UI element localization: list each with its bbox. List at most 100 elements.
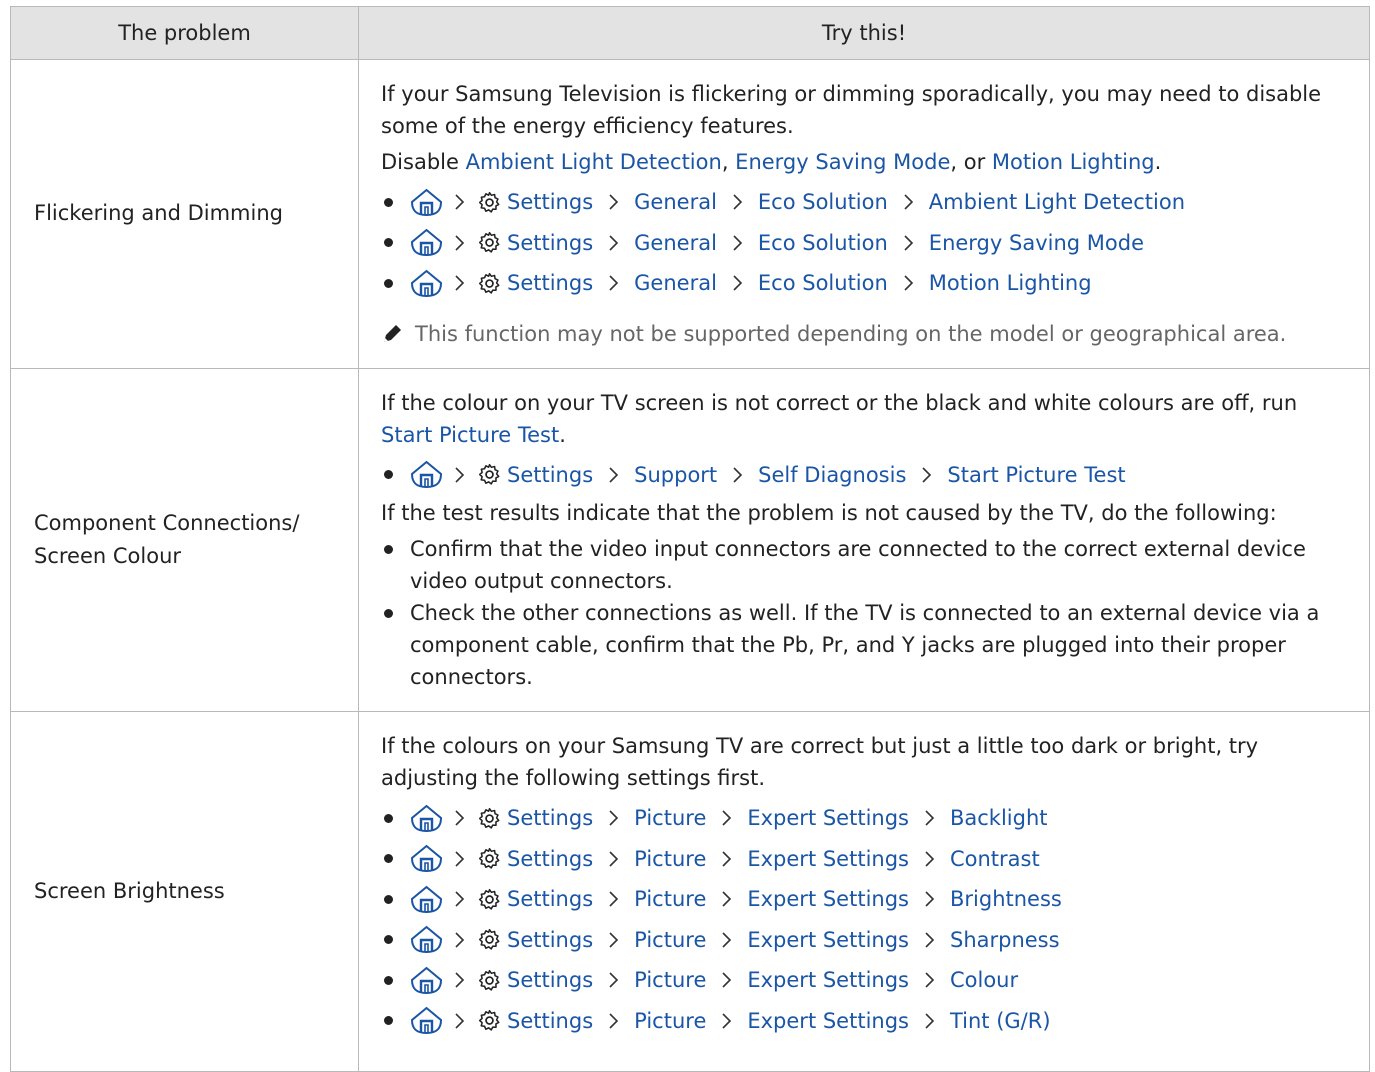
menu-path-step[interactable]: Expert Settings xyxy=(747,928,909,952)
chevron-right-icon xyxy=(455,235,465,251)
menu-path-step[interactable]: Settings xyxy=(507,463,593,487)
note-text: This function may not be supported depen… xyxy=(415,321,1287,346)
chevron-right-icon xyxy=(925,810,935,826)
menu-path-step[interactable]: Energy Saving Mode xyxy=(929,231,1144,255)
menu-path-step[interactable]: Settings xyxy=(507,231,593,255)
problem-cell: Component Connections/Screen Colour xyxy=(10,367,359,712)
menu-path-item: Settings Picture Expert Settings Tint (G/R) xyxy=(381,1001,1355,1042)
menu-path-step[interactable]: Expert Settings xyxy=(747,968,909,992)
menu-path-step[interactable]: Self Diagnosis xyxy=(758,463,906,487)
menu-path-step[interactable]: Picture xyxy=(634,887,706,911)
menu-path-step[interactable]: Ambient Light Detection xyxy=(929,190,1185,214)
chevron-right-icon xyxy=(922,467,932,483)
table-row: Flickering and Dimming If your Samsung T… xyxy=(10,59,1370,369)
menu-path-step[interactable]: Expert Settings xyxy=(747,1009,909,1033)
bullet-icon xyxy=(384,470,393,480)
menu-path-step[interactable]: General xyxy=(634,190,717,214)
home-icon[interactable] xyxy=(410,804,443,833)
solution-cell: If the colours on your Samsung TV are co… xyxy=(358,711,1370,1072)
chevron-right-icon xyxy=(925,932,935,948)
home-icon[interactable] xyxy=(410,966,443,995)
gear-icon xyxy=(478,848,500,869)
menu-path-list: Settings Picture Expert Settings Backlight S… xyxy=(381,798,1355,1041)
menu-path-step[interactable]: Settings xyxy=(507,887,593,911)
chevron-right-icon xyxy=(609,194,619,210)
home-icon[interactable] xyxy=(410,228,443,257)
menu-path-step[interactable]: Motion Lighting xyxy=(929,271,1092,295)
home-icon[interactable] xyxy=(410,1006,443,1035)
menu-path-step[interactable]: Settings xyxy=(507,806,593,830)
home-icon[interactable] xyxy=(410,269,443,298)
home-icon[interactable] xyxy=(410,885,443,914)
menu-path-step[interactable]: Support xyxy=(634,463,717,487)
home-icon[interactable] xyxy=(410,460,443,489)
link-start-picture-test[interactable]: Start Picture Test xyxy=(381,423,559,447)
chevron-right-icon xyxy=(609,851,619,867)
chevron-right-icon xyxy=(733,467,743,483)
menu-path-item: Settings Picture Expert Settings Colour xyxy=(381,960,1355,1001)
chevron-right-icon xyxy=(722,932,732,948)
chevron-right-icon xyxy=(925,1013,935,1029)
menu-path-item: Settings Support Self Diagnosis Start Pictu… xyxy=(381,455,1355,496)
menu-path-step[interactable]: Picture xyxy=(634,806,706,830)
intro-text: If your Samsung Television is flickering… xyxy=(381,82,1322,138)
menu-path-step[interactable]: Eco Solution xyxy=(758,231,888,255)
menu-path-step[interactable]: Settings xyxy=(507,847,593,871)
menu-path-step[interactable]: Picture xyxy=(634,968,706,992)
list-item: Check the other connections as well. If … xyxy=(381,597,1355,693)
menu-path-step[interactable]: Brightness xyxy=(950,887,1062,911)
menu-path-step[interactable]: Contrast xyxy=(950,847,1040,871)
menu-path-step[interactable]: Backlight xyxy=(950,806,1048,830)
gear-icon xyxy=(478,807,500,829)
menu-path-step[interactable]: Settings xyxy=(507,190,593,214)
problem-cell: Screen Brightness xyxy=(10,711,359,1072)
link-motion-lighting[interactable]: Motion Lighting xyxy=(992,150,1155,174)
menu-path-step[interactable]: General xyxy=(634,231,717,255)
link-energy-saving-mode[interactable]: Energy Saving Mode xyxy=(735,150,950,174)
solution-cell: If the colour on your TV screen is not c… xyxy=(358,367,1370,712)
menu-path-step[interactable]: General xyxy=(634,271,717,295)
table-row: Screen Brightness If the colours on your… xyxy=(10,711,1370,1072)
chevron-right-icon xyxy=(904,235,913,251)
home-icon[interactable] xyxy=(410,188,443,217)
menu-path-step[interactable]: Expert Settings xyxy=(747,887,909,911)
menu-path-step[interactable]: Settings xyxy=(507,271,593,295)
menu-path-step[interactable]: Settings xyxy=(507,968,593,992)
bullet-icon xyxy=(384,545,393,554)
link-ambient-light-detection[interactable]: Ambient Light Detection xyxy=(466,150,722,174)
menu-path-step[interactable]: Eco Solution xyxy=(758,271,888,295)
chevron-right-icon xyxy=(455,972,465,988)
pencil-icon xyxy=(384,324,401,342)
home-icon[interactable] xyxy=(410,925,443,954)
menu-path-step[interactable]: Picture xyxy=(634,1009,706,1033)
menu-path-step[interactable]: Expert Settings xyxy=(747,847,909,871)
intro-text: If the colours on your Samsung TV are co… xyxy=(381,734,1259,790)
menu-path-step[interactable]: Colour xyxy=(950,968,1018,992)
table-row: Component Connections/Screen Colour If t… xyxy=(10,367,1370,712)
bullet-icon xyxy=(384,854,393,864)
solution-cell: If your Samsung Television is flickering… xyxy=(358,59,1370,369)
bullet-icon xyxy=(384,813,393,823)
menu-path-step[interactable]: Settings xyxy=(507,1009,593,1033)
menu-path-step[interactable]: Expert Settings xyxy=(747,806,909,830)
chevron-right-icon xyxy=(733,194,743,210)
bullet-icon xyxy=(384,935,393,945)
menu-path-item: Settings Picture Expert Settings Sharpness xyxy=(381,920,1355,961)
chevron-right-icon xyxy=(722,891,732,907)
menu-path-step[interactable]: Picture xyxy=(634,847,706,871)
menu-path-step[interactable]: Start Picture Test xyxy=(947,463,1125,487)
bullet-icon xyxy=(384,278,393,288)
chevron-right-icon xyxy=(455,810,465,826)
menu-path-step[interactable]: Settings xyxy=(507,928,593,952)
menu-path-step[interactable]: Picture xyxy=(634,928,706,952)
home-icon[interactable] xyxy=(410,844,443,873)
chevron-right-icon xyxy=(722,1013,732,1029)
menu-path-step[interactable]: Eco Solution xyxy=(758,190,888,214)
gear-icon xyxy=(478,272,500,294)
chevron-right-icon xyxy=(609,972,619,988)
menu-path-step[interactable]: Tint (G/R) xyxy=(950,1009,1051,1033)
header-solution: Try this! xyxy=(358,6,1370,60)
menu-path-item: Settings Picture Expert Settings Backlight xyxy=(381,798,1355,839)
chevron-right-icon xyxy=(455,851,465,867)
menu-path-step[interactable]: Sharpness xyxy=(950,928,1060,952)
